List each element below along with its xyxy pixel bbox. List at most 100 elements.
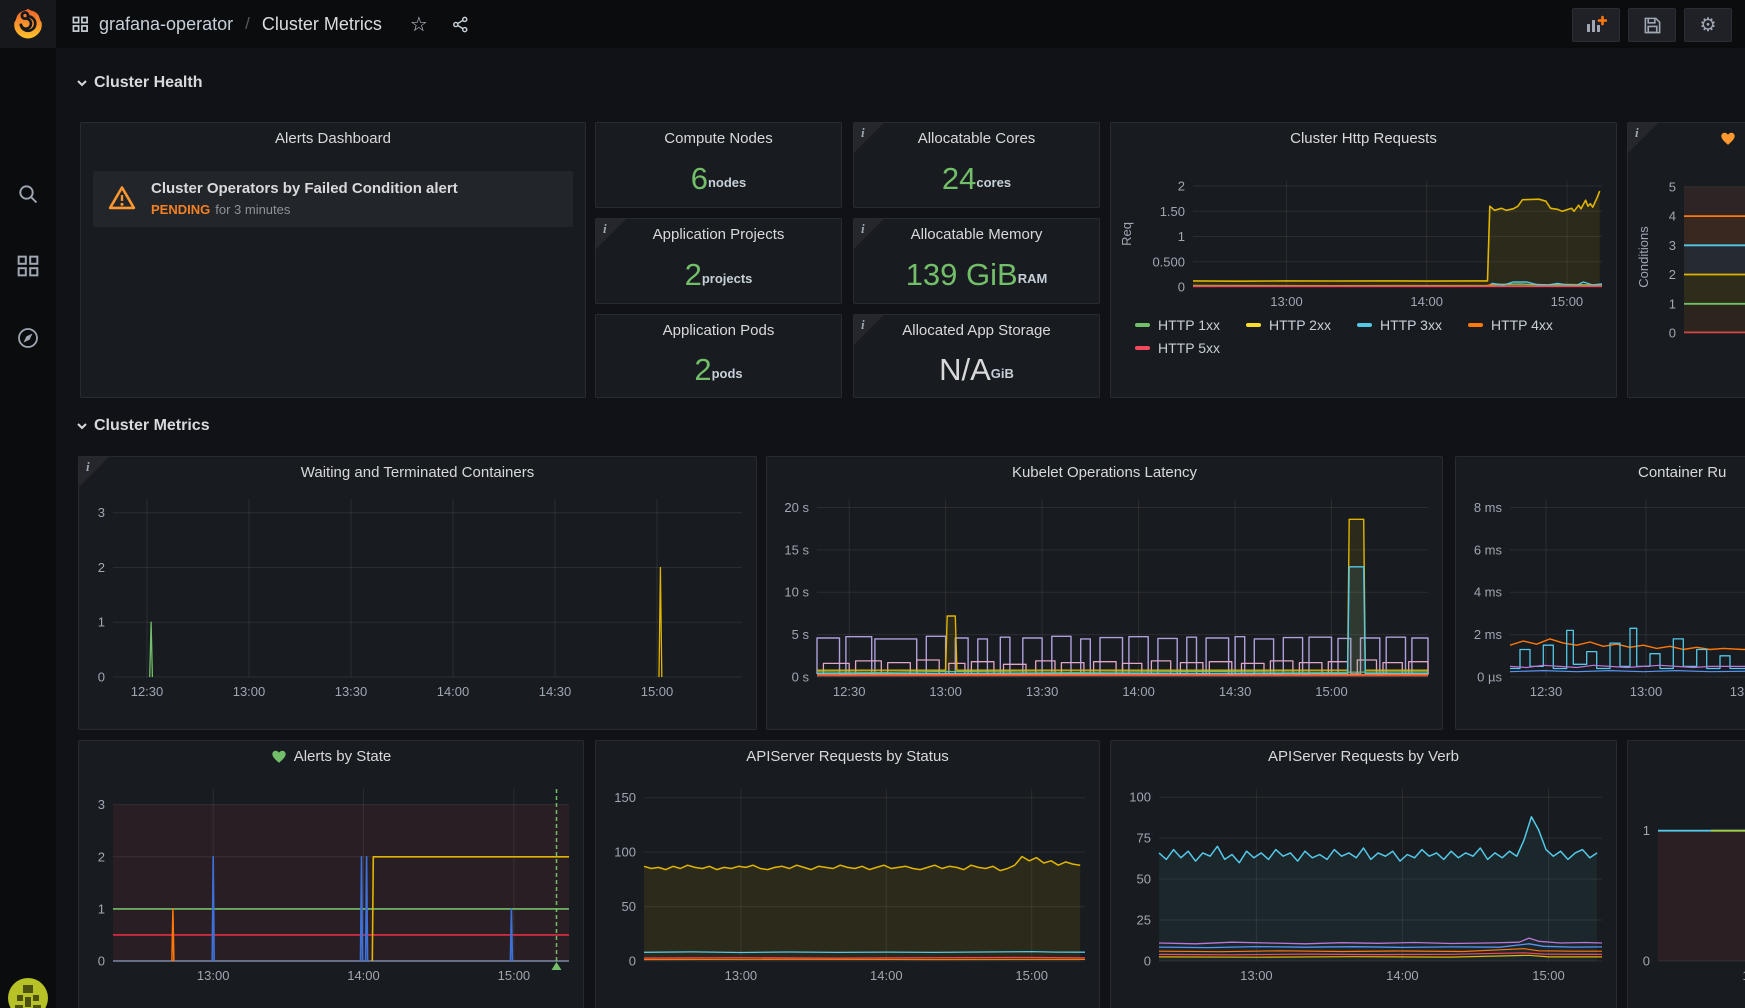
- legend-item[interactable]: HTTP 4xx: [1468, 317, 1553, 333]
- legend-item[interactable]: HTTP 3xx: [1357, 317, 1442, 333]
- http-requests-chart[interactable]: 00.50011.50213:0014:0015:00Req: [1119, 151, 1608, 315]
- panel-title[interactable]: APIServer Requests by Status: [596, 741, 1099, 771]
- svg-text:2: 2: [98, 560, 105, 575]
- legend-series-dash: [1135, 323, 1150, 327]
- search-icon[interactable]: [0, 170, 56, 218]
- svg-text:0: 0: [98, 954, 105, 969]
- svg-text:13:30: 13:30: [335, 684, 368, 699]
- svg-text:15 s: 15 s: [784, 542, 809, 557]
- svg-text:13:00: 13:00: [197, 968, 230, 983]
- panel-allocated-app-storage: i Allocated App Storage N/AGiB: [853, 314, 1100, 398]
- settings-gear-button[interactable]: ⚙: [1684, 8, 1732, 42]
- alert-list-item[interactable]: Cluster Operators by Failed Condition al…: [93, 171, 573, 227]
- svg-text:0 µs: 0 µs: [1477, 670, 1502, 685]
- add-panel-button[interactable]: [1572, 8, 1620, 42]
- panel-apiserver-requests-by-status: APIServer Requests by Status 15010050013…: [595, 740, 1100, 1008]
- stat-unit: nodes: [708, 175, 746, 190]
- svg-text:14:30: 14:30: [1219, 684, 1252, 699]
- svg-text:2 ms: 2 ms: [1474, 627, 1503, 642]
- stat-number: 6: [691, 163, 708, 194]
- svg-text:13:00: 13:00: [725, 968, 758, 983]
- stat-value: 2projects: [596, 245, 841, 303]
- bottom-right-partial-chart[interactable]: 1013:00: [1636, 771, 1745, 1008]
- kubelet-latency-chart[interactable]: 20 s15 s10 s5 s0 s12:3013:0013:3014:0014…: [775, 489, 1434, 723]
- chevron-down-icon: [76, 77, 88, 89]
- svg-text:15:00: 15:00: [1532, 968, 1565, 983]
- alert-duration: for 3 minutes: [215, 202, 290, 217]
- panel-title[interactable]: Container Ru: [1456, 457, 1745, 487]
- svg-text:12:30: 12:30: [131, 684, 164, 699]
- svg-text:10 s: 10 s: [784, 585, 809, 600]
- panel-title[interactable]: Cluster Http Requests: [1111, 123, 1616, 153]
- section-cluster-health[interactable]: Cluster Health: [76, 74, 202, 92]
- panel-allocatable-memory: i Allocatable Memory 139 GiBRAM: [853, 218, 1100, 304]
- container-runtime-chart[interactable]: 8 ms6 ms4 ms2 ms0 µs12:3013:0013:30: [1464, 489, 1745, 723]
- svg-text:13:30: 13:30: [1026, 684, 1059, 699]
- heart-icon: [271, 749, 287, 764]
- panel-title[interactable]: Kubelet Operations Latency: [767, 457, 1442, 487]
- section-cluster-metrics[interactable]: Cluster Metrics: [76, 417, 210, 435]
- alerts-by-state-chart[interactable]: 321013:0014:0015:00: [87, 771, 575, 1008]
- panel-title-text: Alerts by State: [294, 748, 392, 765]
- user-avatar[interactable]: [7, 977, 49, 1008]
- stat-number: 2: [694, 354, 711, 385]
- svg-text:13:00: 13:00: [1630, 684, 1663, 699]
- breadcrumb-dashboard[interactable]: grafana-operator: [99, 14, 233, 35]
- svg-text:0: 0: [1643, 954, 1650, 969]
- breadcrumb: grafana-operator / Cluster Metrics ☆: [72, 0, 469, 48]
- operator-conditions-chart[interactable]: 543210Conditions: [1636, 159, 1745, 359]
- svg-text:0: 0: [1178, 280, 1185, 295]
- stat-value: 2pods: [596, 341, 841, 397]
- share-icon[interactable]: [452, 16, 469, 33]
- stat-number: 139 GiB: [906, 259, 1018, 290]
- svg-text:15:00: 15:00: [498, 968, 531, 983]
- legend-item[interactable]: HTTP 1xx: [1135, 317, 1220, 333]
- panel-title[interactable]: [1628, 123, 1745, 153]
- svg-text:12:30: 12:30: [1530, 684, 1563, 699]
- panel-apiserver-requests-by-verb: APIServer Requests by Verb 100755025013:…: [1110, 740, 1617, 1008]
- svg-text:14:00: 14:00: [437, 684, 470, 699]
- legend-item[interactable]: HTTP 2xx: [1246, 317, 1331, 333]
- svg-text:20 s: 20 s: [784, 500, 809, 515]
- panel-title[interactable]: APIServer Requests by Verb: [1111, 741, 1616, 771]
- waiting-terminated-chart[interactable]: 321012:3013:0013:3014:0014:3015:00: [87, 489, 748, 723]
- svg-text:2: 2: [1178, 179, 1185, 194]
- panel-allocatable-cores: i Allocatable Cores 24cores: [853, 122, 1100, 208]
- svg-text:1: 1: [1669, 296, 1676, 311]
- svg-text:8 ms: 8 ms: [1474, 500, 1503, 515]
- svg-text:3: 3: [1669, 238, 1676, 253]
- save-dashboard-button[interactable]: [1628, 8, 1676, 42]
- explore-compass-icon[interactable]: [0, 314, 56, 362]
- svg-text:2: 2: [1669, 267, 1676, 282]
- panel-alerts-dashboard: Alerts Dashboard Cluster Operators by Fa…: [80, 122, 586, 398]
- dashboards-icon[interactable]: [0, 242, 56, 290]
- panel-cluster-operator-conditions-partial: i 543210Conditions: [1627, 122, 1745, 398]
- apiserver-status-chart[interactable]: 15010050013:0014:0015:00: [604, 771, 1091, 1008]
- svg-text:1: 1: [1643, 823, 1650, 838]
- svg-text:100: 100: [1129, 790, 1151, 805]
- star-icon[interactable]: ☆: [410, 12, 428, 37]
- svg-text:14:00: 14:00: [1122, 684, 1155, 699]
- svg-text:14:00: 14:00: [347, 968, 380, 983]
- svg-text:12:30: 12:30: [833, 684, 866, 699]
- legend-series-dash: [1246, 323, 1261, 327]
- apiserver-verb-chart[interactable]: 100755025013:0014:0015:00: [1119, 771, 1608, 1008]
- svg-text:75: 75: [1137, 831, 1151, 846]
- top-nav: grafana-operator / Cluster Metrics ☆: [0, 0, 1745, 48]
- section-title: Cluster Metrics: [94, 417, 210, 435]
- svg-text:15:00: 15:00: [1015, 968, 1048, 983]
- panel-kubelet-operations-latency: Kubelet Operations Latency 20 s15 s10 s5…: [766, 456, 1443, 730]
- panel-title[interactable]: Alerts Dashboard: [81, 123, 585, 153]
- panel-compute-nodes: Compute Nodes 6nodes: [595, 122, 842, 208]
- svg-text:13:30: 13:30: [1730, 684, 1745, 699]
- panel-title[interactable]: Alerts by State: [79, 741, 583, 771]
- svg-text:4: 4: [1669, 209, 1676, 224]
- svg-text:0.500: 0.500: [1152, 254, 1185, 269]
- grafana-logo[interactable]: [0, 0, 56, 48]
- breadcrumb-page-title[interactable]: Cluster Metrics: [262, 14, 382, 35]
- panel-title[interactable]: Waiting and Terminated Containers: [79, 457, 756, 487]
- legend-item[interactable]: HTTP 5xx: [1135, 340, 1220, 356]
- svg-text:25: 25: [1137, 913, 1151, 928]
- stat-unit: RAM: [1018, 271, 1048, 286]
- svg-text:1: 1: [98, 615, 105, 630]
